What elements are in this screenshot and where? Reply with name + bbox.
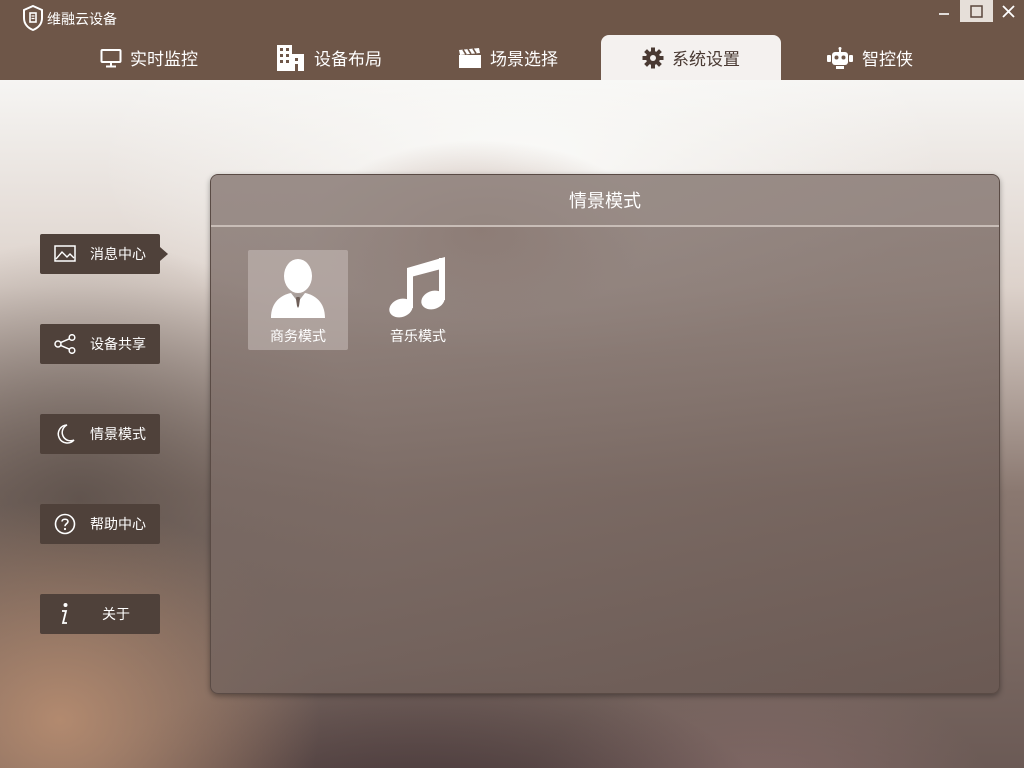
tab-device-layout[interactable]: 设备布局 [276, 35, 382, 80]
tab-label: 设备布局 [314, 50, 382, 70]
main-tabs: 实时监控 设备布局 场景选择 系统设置 智控侠 [0, 35, 1024, 80]
sidebar-item-about[interactable]: 关于 [40, 594, 160, 634]
tab-scene-select[interactable]: 场景选择 [458, 35, 558, 80]
moon-icon [40, 423, 90, 445]
tab-label: 场景选择 [490, 50, 558, 70]
sidebar-item-label: 帮助中心 [90, 517, 146, 533]
gear-icon [642, 47, 664, 68]
shield-logo-icon [23, 5, 43, 31]
maximize-icon [970, 4, 983, 18]
businessman-icon [271, 259, 325, 318]
close-icon [1002, 4, 1015, 18]
scene-mode-panel: 情景模式 商务模式 音乐模式 [210, 174, 1000, 694]
image-icon [40, 245, 90, 263]
close-button[interactable] [993, 0, 1024, 22]
clapperboard-icon [459, 47, 481, 68]
sidebar-item-label: 消息中心 [90, 247, 146, 263]
mode-music[interactable]: 音乐模式 [368, 250, 468, 350]
monitor-icon [100, 48, 122, 67]
tab-system-settings[interactable]: 系统设置 [601, 35, 781, 80]
sidebar-item-label: 情景模式 [90, 427, 146, 443]
maximize-button[interactable] [960, 0, 993, 22]
sidebar-item-label: 关于 [102, 607, 130, 623]
minimize-icon [938, 13, 949, 15]
sidebar-item-device-share[interactable]: 设备共享 [40, 324, 160, 364]
tab-label: 实时监控 [130, 50, 198, 70]
selected-indicator-arrow [160, 247, 168, 261]
sidebar-item-label: 设备共享 [90, 337, 146, 353]
info-icon [40, 602, 88, 626]
mode-label: 商务模式 [270, 329, 326, 345]
building-icon [277, 44, 304, 71]
sidebar-item-scene-mode[interactable]: 情景模式 [40, 414, 160, 454]
minimize-button[interactable] [927, 0, 960, 22]
tab-label: 智控侠 [862, 50, 913, 70]
panel-title: 情景模式 [211, 175, 999, 227]
sidebar-item-message-center[interactable]: 消息中心 [40, 234, 160, 274]
title-bar: 维融云设备 实时监控 设备布局 场景选择 系统设置 智控侠 [0, 0, 1024, 80]
tab-realtime-monitor[interactable]: 实时监控 [100, 35, 198, 80]
robot-icon [827, 46, 853, 69]
mode-label: 音乐模式 [390, 329, 446, 345]
app-title: 维融云设备 [47, 12, 117, 28]
question-icon [40, 513, 90, 535]
tab-label: 系统设置 [672, 50, 740, 70]
music-note-icon [389, 257, 445, 318]
sidebar-item-help-center[interactable]: 帮助中心 [40, 504, 160, 544]
tab-smart-control[interactable]: 智控侠 [826, 35, 913, 80]
mode-business[interactable]: 商务模式 [248, 250, 348, 350]
share-icon [40, 334, 90, 354]
